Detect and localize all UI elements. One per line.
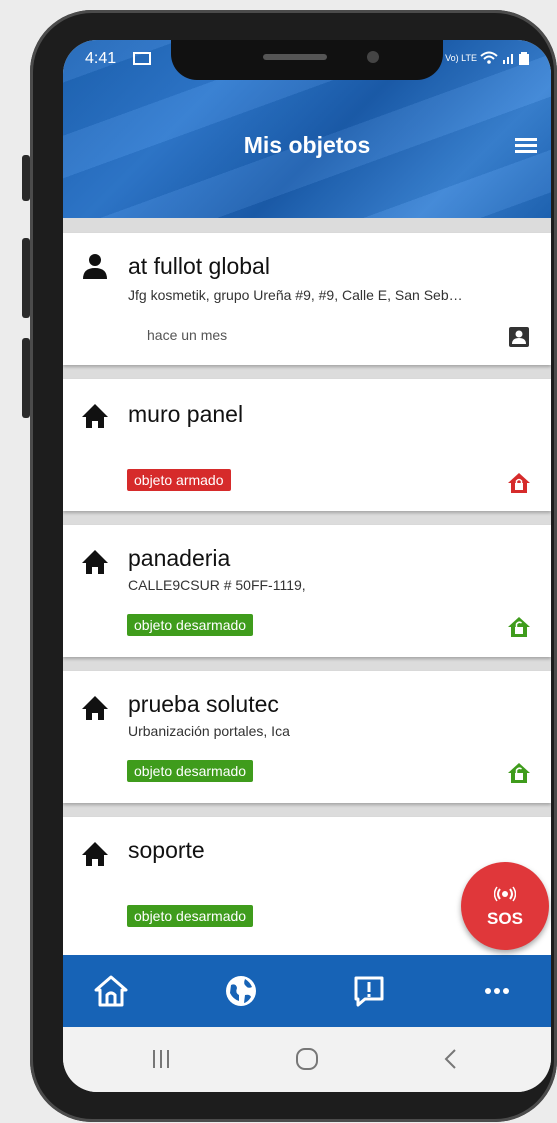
person-icon: [83, 254, 107, 279]
side-button-1[interactable]: [22, 155, 30, 201]
home-disarmed-icon[interactable]: [507, 761, 531, 785]
object-card[interactable]: panaderia CALLE9CSUR # 50FF-1119, objeto…: [63, 525, 551, 657]
status-badge: objeto desarmado: [127, 905, 254, 927]
notch: [171, 40, 443, 80]
alert-message-icon[interactable]: [351, 973, 387, 1009]
signal-icon: [502, 53, 513, 64]
object-address: CALLE9CSUR # 50FF-1119,: [128, 577, 306, 593]
object-card[interactable]: muro panel objeto armado: [63, 379, 551, 511]
system-navigation-bar: [63, 1027, 551, 1092]
object-address: Urbanización portales, Ica: [128, 723, 290, 739]
globe-icon[interactable]: [223, 973, 259, 1009]
sos-label: SOS: [487, 909, 523, 928]
speaker: [263, 54, 327, 60]
battery-icon: [519, 51, 529, 65]
object-card[interactable]: prueba solutec Urbanización portales, Ic…: [63, 671, 551, 803]
side-button-2[interactable]: [22, 238, 30, 318]
hamburger-menu-icon[interactable]: [515, 138, 537, 154]
back-icon[interactable]: [437, 1045, 465, 1073]
screen-cast-icon: [133, 52, 151, 65]
object-name: panaderia: [128, 545, 231, 571]
alarm-signal-icon: [494, 886, 516, 902]
status-badge: objeto desarmado: [127, 614, 254, 636]
object-name: at fullot global: [128, 253, 270, 279]
status-badge: objeto armado: [127, 469, 231, 491]
object-name: prueba solutec: [128, 691, 279, 717]
contact-card-icon[interactable]: [507, 325, 531, 349]
wifi-icon: [480, 51, 498, 64]
recents-icon[interactable]: [147, 1045, 175, 1073]
home-icon[interactable]: [93, 973, 129, 1009]
home-armed-icon[interactable]: [507, 471, 531, 495]
home-icon: [82, 404, 108, 428]
object-name: muro panel: [128, 401, 244, 427]
front-camera: [367, 51, 379, 63]
app-screen: 4:41 Vo) LTE Mis objetos at fullot globa…: [63, 40, 551, 1092]
last-update-time: hace un mes: [147, 327, 228, 343]
volte-indicator: Vo) LTE: [445, 53, 477, 63]
more-icon[interactable]: [479, 973, 515, 1009]
home-button-icon[interactable]: [293, 1045, 321, 1073]
page-title: Mis objetos: [243, 132, 371, 158]
home-icon: [82, 550, 108, 574]
object-name: soporte: [128, 837, 205, 863]
status-right: Vo) LTE: [445, 50, 529, 65]
side-button-3[interactable]: [22, 338, 30, 418]
bottom-nav: [63, 955, 551, 1027]
object-address: Jfg kosmetik, grupo Ureña #9, #9, Calle …: [128, 287, 463, 303]
sos-button[interactable]: SOS: [461, 862, 549, 950]
status-time: 4:41: [85, 50, 117, 67]
objects-list: at fullot global Jfg kosmetik, grupo Ure…: [63, 233, 551, 971]
home-icon: [82, 696, 108, 720]
home-disarmed-icon[interactable]: [507, 615, 531, 639]
object-card[interactable]: at fullot global Jfg kosmetik, grupo Ure…: [63, 233, 551, 365]
home-icon: [82, 842, 108, 866]
status-badge: objeto desarmado: [127, 760, 254, 782]
